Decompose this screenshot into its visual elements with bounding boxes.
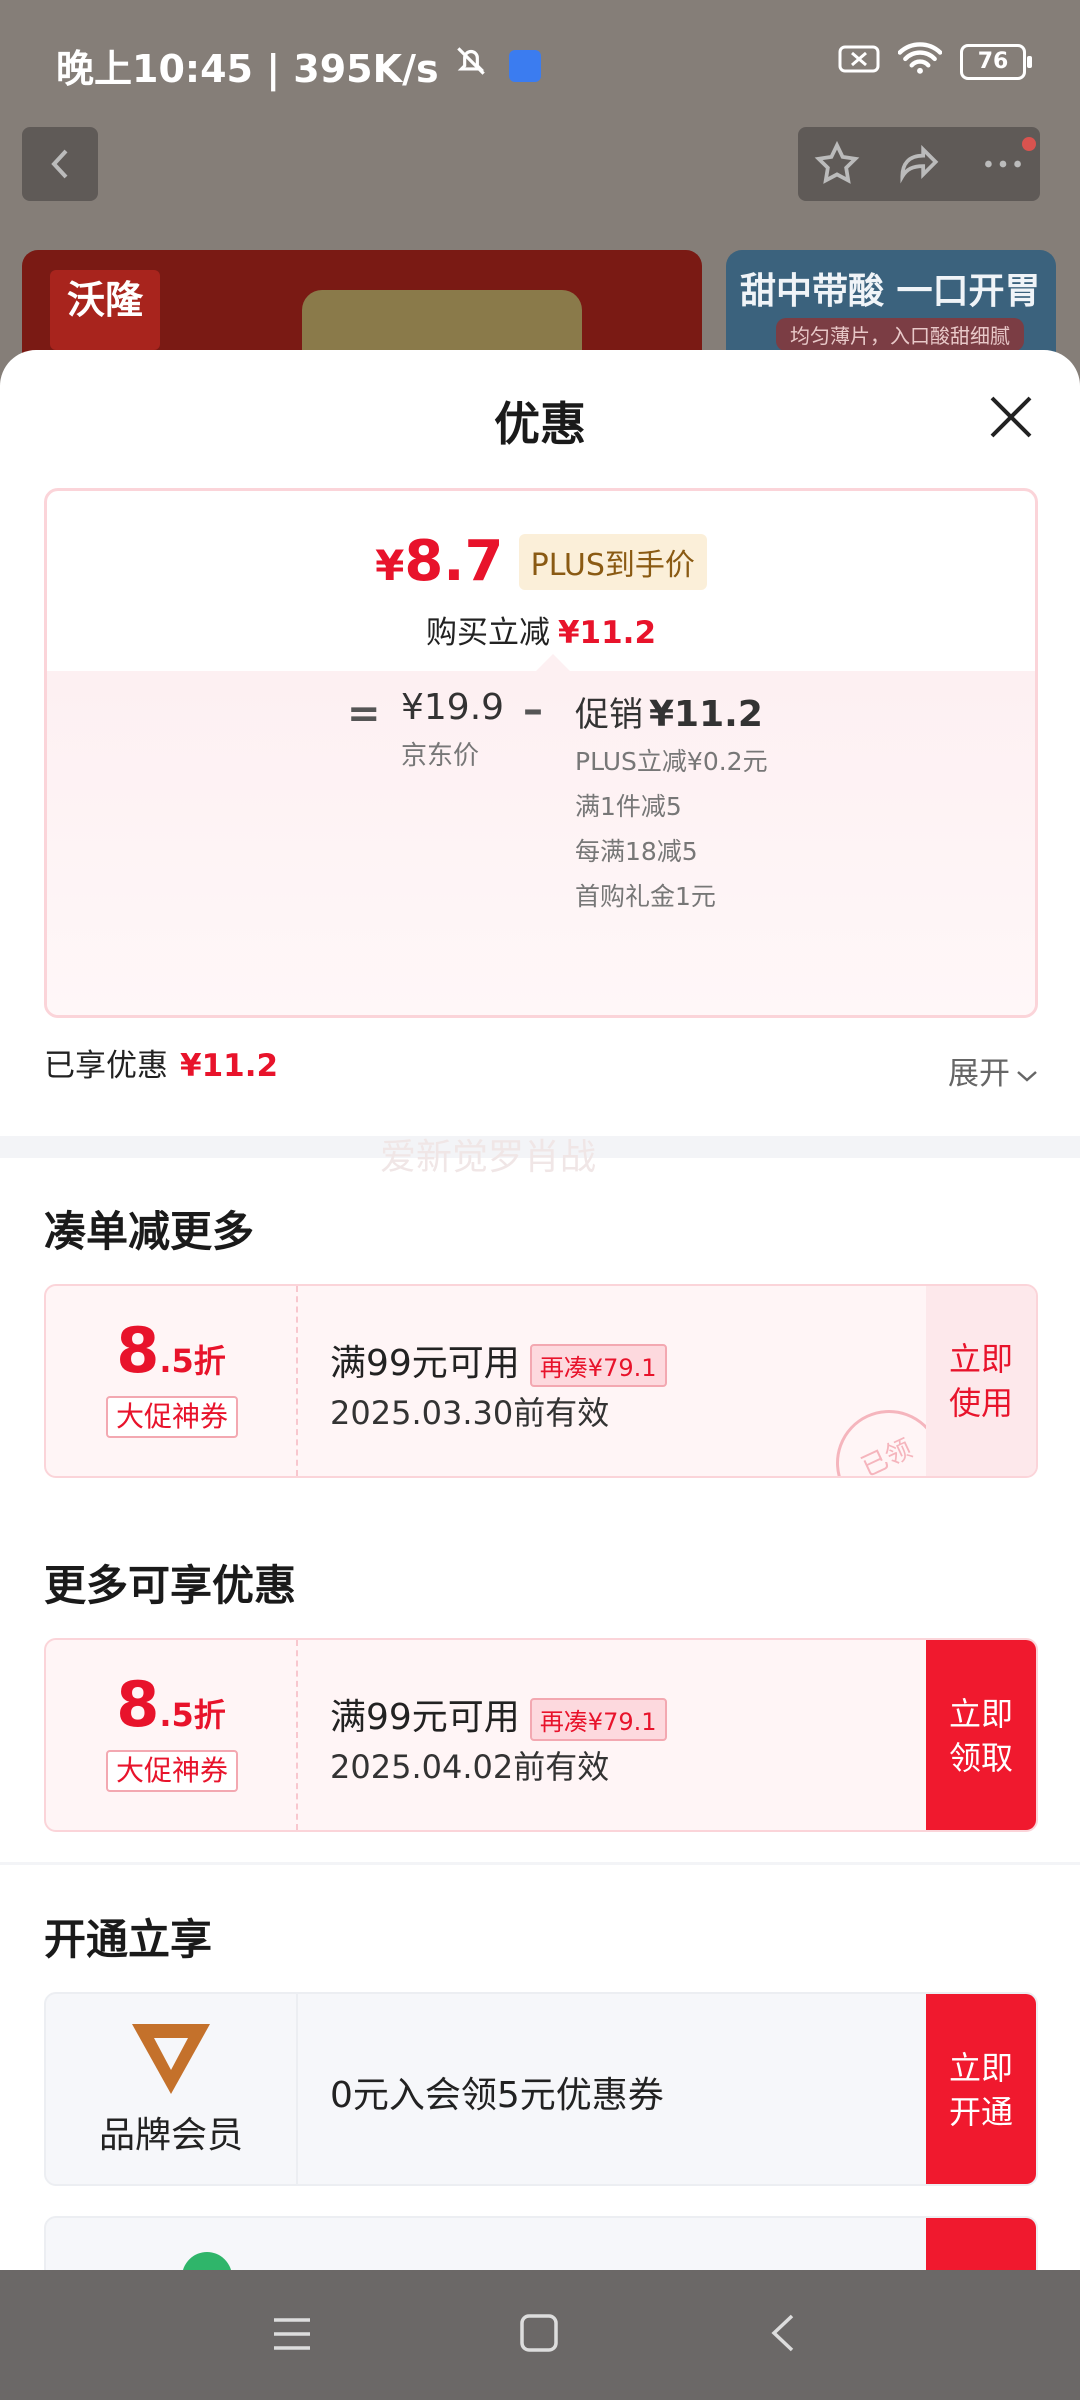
mute-bell-icon bbox=[452, 45, 503, 89]
sheet-title: 优惠 bbox=[494, 397, 586, 451]
status-time-speed: 晚上10:45 | 395K/s bbox=[56, 47, 439, 91]
top-actions bbox=[798, 127, 1040, 201]
wifi-icon bbox=[897, 40, 943, 84]
green-logo bbox=[182, 2252, 232, 2270]
jd-price-label: 京东价 bbox=[401, 741, 480, 771]
brand-member-logo bbox=[128, 2020, 214, 2102]
promo-item: 首购礼金1元 bbox=[575, 882, 716, 911]
brand-member-label: 品牌会员 bbox=[98, 2115, 243, 2156]
chevron-left-icon bbox=[51, 149, 68, 179]
promo-total: 促销 ¥11.2 bbox=[575, 694, 763, 735]
banner-title: 甜中带酸 一口开胃 bbox=[740, 271, 1041, 312]
system-nav-bar bbox=[0, 2270, 1080, 2400]
discount-value: 8.5折 bbox=[116, 1668, 226, 1741]
brand-member-card[interactable]: 品牌会员 0元入会领5元优惠券 立即开通 bbox=[44, 1992, 1038, 2186]
equals-sign: = bbox=[347, 691, 381, 737]
next-offer-card[interactable] bbox=[44, 2216, 1038, 2270]
coupon-type-tag: 大促神券 bbox=[106, 1750, 238, 1792]
minus-sign: – bbox=[523, 687, 543, 733]
coupon-card[interactable]: 8.5折 大促神券 满99元可用 再凑¥79.1 2025.03.30前有效 已领… bbox=[44, 1284, 1038, 1478]
coupon-validity: 2025.04.02前有效 bbox=[330, 1748, 610, 1786]
back-button[interactable] bbox=[22, 127, 98, 201]
jd-price: ¥19.9 bbox=[401, 687, 505, 728]
menu-icon[interactable] bbox=[270, 2314, 314, 2358]
coupon-condition: 满99元可用 再凑¥79.1 bbox=[330, 1688, 667, 1741]
notification-dot bbox=[1022, 137, 1036, 151]
close-icon bbox=[990, 396, 1032, 438]
coupon-type-tag: 大促神券 bbox=[106, 1396, 238, 1438]
section-title-open-enjoy: 开通立享 bbox=[44, 1915, 213, 1964]
expand-button[interactable]: 展开 bbox=[948, 1048, 1038, 1093]
price-breakdown-box: ¥8.7 PLUS到手价 购买立减 ¥11.2 = ¥19.9 京东价 – 促销 ¥… bbox=[44, 488, 1038, 1018]
discount-sheet: 优惠 ¥8.7 PLUS到手价 购买立减 ¥11.2 = ¥19.9 京东价 – … bbox=[0, 350, 1080, 2270]
reduce-value: ¥11.2 bbox=[557, 615, 657, 651]
coupon-validity: 2025.03.30前有效 bbox=[330, 1394, 610, 1432]
claim-now-button[interactable]: 立即领取 bbox=[926, 1640, 1036, 1830]
enjoyed-discount: 已享优惠 ¥11.2 bbox=[44, 1048, 279, 1084]
back-icon[interactable] bbox=[768, 2312, 798, 2358]
battery-indicator: 76 bbox=[960, 44, 1032, 80]
promo-item: PLUS立减¥0.2元 bbox=[575, 747, 768, 776]
close-button[interactable] bbox=[986, 392, 1036, 442]
share-icon[interactable] bbox=[894, 139, 944, 193]
reduce-label: 购买立减 bbox=[425, 615, 550, 651]
sim-off-icon bbox=[838, 40, 880, 84]
promo-items-list: PLUS立减¥0.2元 满1件减5 每满18减5 首购礼金1元 bbox=[575, 743, 775, 923]
coupon-condition: 满99元可用 再凑¥79.1 bbox=[330, 1334, 667, 1387]
promo-item: 每满18减5 bbox=[575, 837, 698, 866]
section-title-more-offers: 更多可享优惠 bbox=[44, 1561, 297, 1610]
next-offer-button[interactable] bbox=[926, 2218, 1036, 2270]
use-now-button[interactable]: 立即使用 bbox=[926, 1286, 1036, 1476]
plus-price-tag: PLUS到手价 bbox=[518, 533, 707, 590]
more-icon[interactable] bbox=[978, 139, 1028, 193]
add-more-tag: 再凑¥79.1 bbox=[529, 1343, 667, 1387]
banner-subtitle: 均匀薄片，入口酸甜细腻 bbox=[776, 318, 1024, 351]
baidu-icon bbox=[509, 49, 542, 82]
coupon-card[interactable]: 8.5折 大促神券 满99元可用 再凑¥79.1 2025.04.02前有效 立即… bbox=[44, 1638, 1038, 1832]
brand-logo: 沃隆 bbox=[50, 270, 160, 350]
add-more-tag: 再凑¥79.1 bbox=[529, 1697, 667, 1741]
chevron-down-icon bbox=[1017, 1070, 1037, 1082]
status-bar: 晚上10:45 | 395K/s 76 bbox=[0, 0, 1080, 120]
open-membership-button[interactable]: 立即开通 bbox=[926, 1994, 1036, 2184]
star-icon[interactable] bbox=[812, 139, 862, 193]
discount-value: 8.5折 bbox=[116, 1314, 226, 1387]
home-icon[interactable] bbox=[518, 2312, 560, 2358]
final-price: ¥8.7 bbox=[375, 529, 504, 594]
member-offer-text: 0元入会领5元优惠券 bbox=[330, 2075, 664, 2116]
section-title-more-reduce: 凑单减更多 bbox=[44, 1207, 255, 1256]
watermark: 爱新觉罗肖战 bbox=[380, 1137, 597, 1178]
promo-item: 满1件减5 bbox=[575, 792, 682, 821]
